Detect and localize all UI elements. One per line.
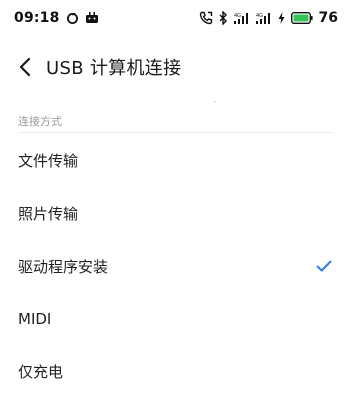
sync-icon bbox=[66, 11, 79, 25]
option-midi[interactable]: MIDI bbox=[0, 293, 352, 345]
call-icon bbox=[199, 11, 213, 25]
option-charge-only[interactable]: 仅充电 bbox=[0, 345, 352, 397]
svg-text:4G: 4G bbox=[256, 13, 263, 19]
battery-percentage: 76 bbox=[318, 10, 338, 26]
section-divider bbox=[18, 132, 334, 133]
svg-text:4G: 4G bbox=[234, 13, 241, 19]
option-driver-install[interactable]: 驱动程序安装 bbox=[0, 240, 352, 292]
signal-1-icon: 4G bbox=[233, 11, 250, 25]
chevron-left-icon bbox=[19, 57, 31, 77]
page-title: USB 计算机连接 bbox=[46, 58, 182, 79]
status-right: 4G 4G 76 bbox=[199, 10, 338, 26]
option-label: 驱动程序安装 bbox=[18, 257, 109, 276]
charging-icon bbox=[278, 11, 285, 25]
option-label: MIDI bbox=[18, 310, 52, 328]
screen: 09:18 4G 4G 76 USB 计算机连接 连接方式 文件传输 照片传输 … bbox=[0, 0, 352, 399]
divider-speck bbox=[214, 101, 216, 102]
option-label: 照片传输 bbox=[18, 204, 79, 223]
option-label: 文件传输 bbox=[18, 151, 79, 170]
back-button[interactable] bbox=[10, 46, 40, 88]
battery-icon bbox=[290, 11, 313, 25]
option-file-transfer[interactable]: 文件传输 bbox=[0, 134, 352, 186]
status-time: 09:18 bbox=[14, 10, 60, 26]
title-bar: USB 计算机连接 bbox=[0, 46, 352, 88]
option-photo-transfer[interactable]: 照片传输 bbox=[0, 187, 352, 239]
android-icon bbox=[85, 11, 99, 25]
checkmark-icon bbox=[316, 260, 332, 272]
bluetooth-icon bbox=[219, 11, 228, 25]
status-left: 09:18 bbox=[14, 10, 99, 26]
status-bar: 09:18 4G 4G 76 bbox=[0, 0, 352, 36]
section-header: 连接方式 bbox=[18, 115, 62, 128]
option-label: 仅充电 bbox=[18, 362, 64, 381]
signal-2-icon: 4G bbox=[255, 11, 272, 25]
